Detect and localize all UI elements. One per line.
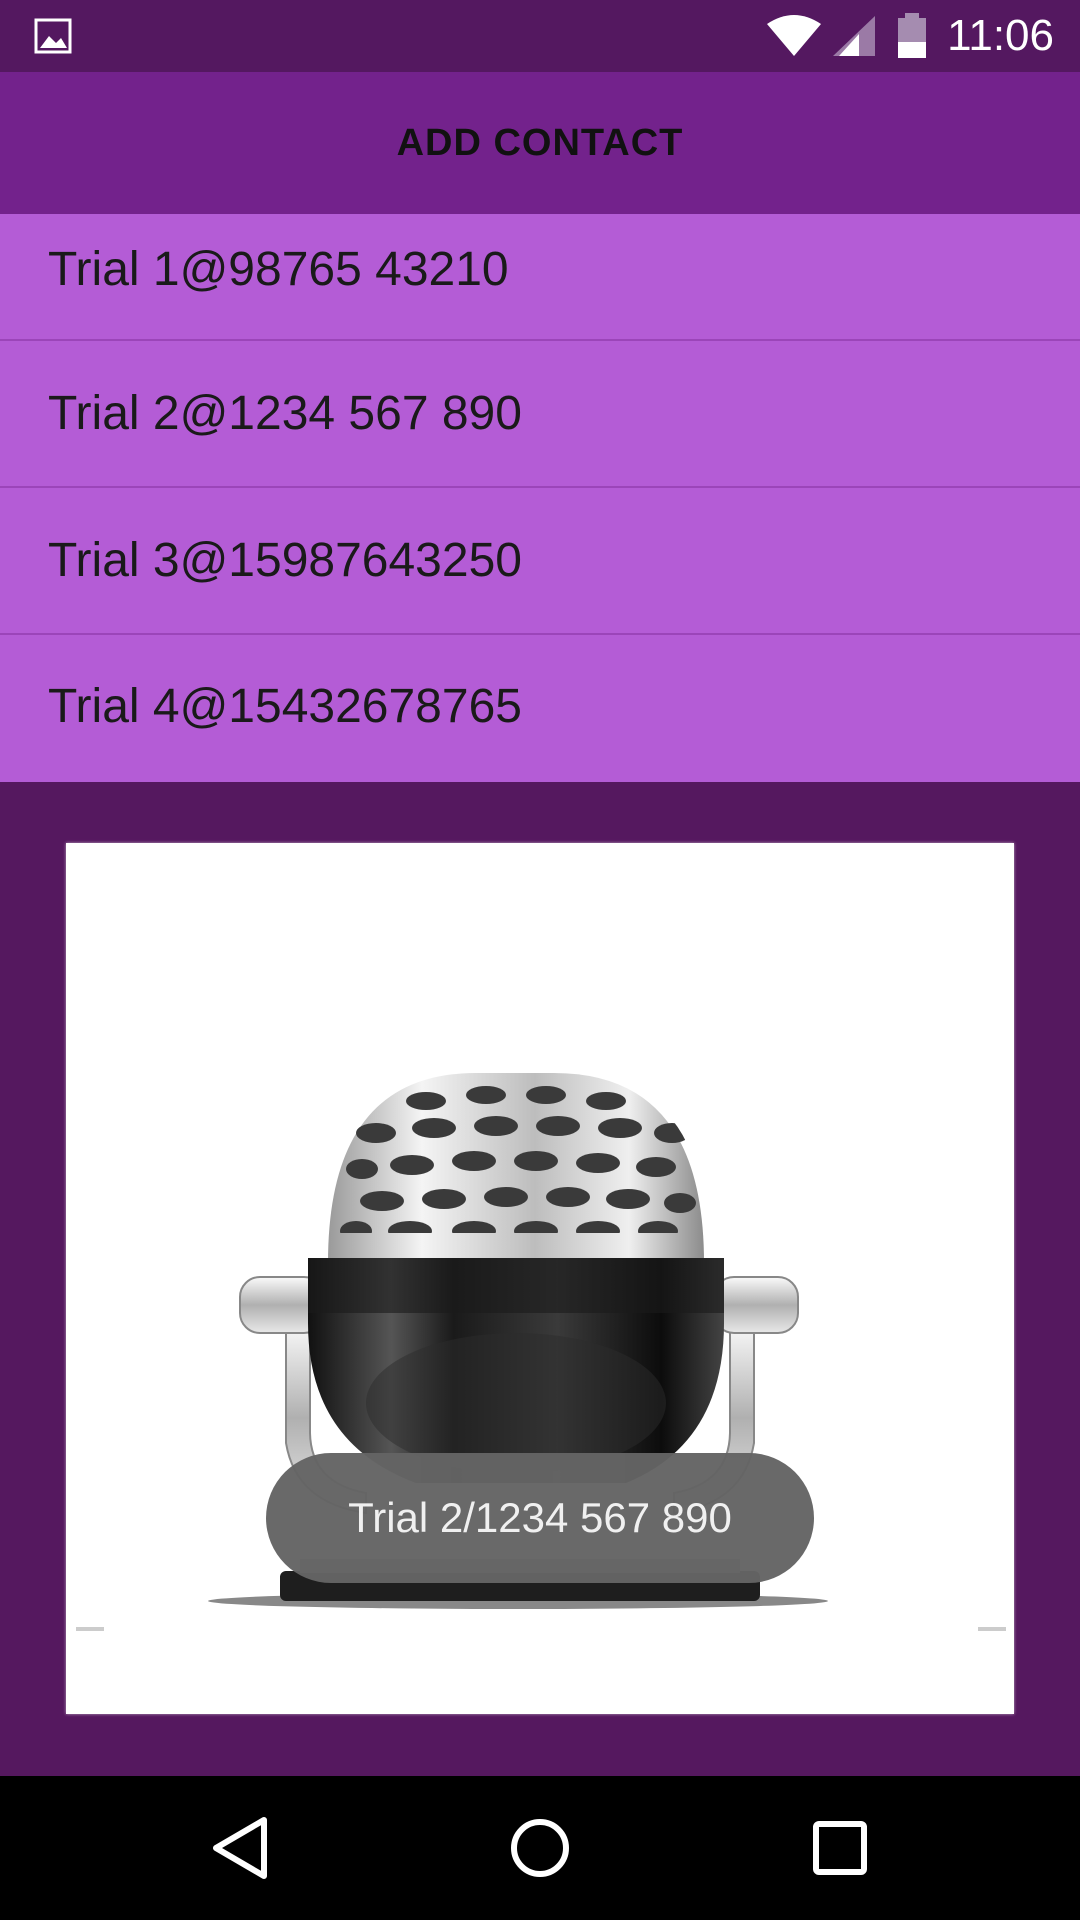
list-item[interactable]: Trial 3@15987643250 [0,488,1080,635]
back-icon[interactable] [200,1808,280,1888]
app-bar: ADD CONTACT [0,72,1080,214]
image-icon [34,18,72,54]
add-contact-button[interactable]: ADD CONTACT [397,122,684,165]
list-item[interactable]: Trial 2@1234 567 890 [0,341,1080,488]
toast-message: Trial 2/1234 567 890 [266,1453,814,1583]
signal-icon [833,16,876,56]
clock: 11:06 [947,11,1054,60]
contact-list: Trial 1@98765 43210 Trial 2@1234 567 890… [0,214,1080,782]
microphone-image[interactable] [66,843,1014,1714]
microphone-icon [76,1073,1006,1631]
list-item[interactable]: Trial 1@98765 43210 [0,214,1080,341]
battery-icon [898,13,927,58]
status-bar: 11:06 [0,0,1080,72]
recents-icon[interactable] [800,1808,880,1888]
list-item[interactable]: Trial 4@15432678765 [0,635,1080,778]
home-icon[interactable] [500,1808,580,1888]
wifi-icon [767,15,822,56]
navigation-bar [0,1776,1080,1920]
